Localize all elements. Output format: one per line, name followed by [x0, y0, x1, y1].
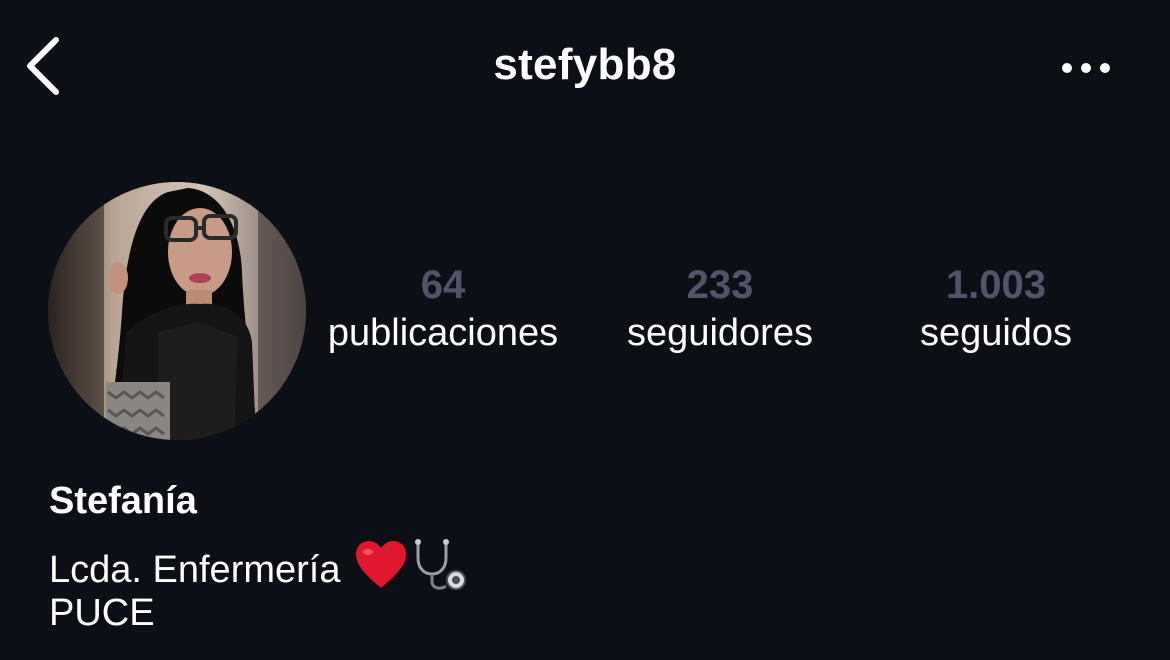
stethoscope-icon [412, 538, 470, 602]
posts-label: publicaciones [327, 312, 559, 354]
profile-photo [48, 182, 306, 440]
posts-count-stat[interactable]: 64 publicaciones [303, 262, 583, 358]
bio-text: Lcda. Enfermería [49, 548, 341, 591]
bio-line-2: PUCE [49, 592, 155, 634]
red-heart-icon [354, 540, 408, 600]
following-label: seguidos [919, 312, 1073, 354]
more-horizontal-icon [1062, 63, 1110, 73]
following-count-stat[interactable]: 1.003 seguidos [856, 262, 1136, 358]
avatar[interactable] [48, 182, 306, 440]
followers-count-stat[interactable]: 233 seguidores [580, 262, 860, 358]
display-name: Stefanía [49, 480, 197, 522]
page-title: stefybb8 [493, 40, 677, 89]
followers-count: 233 [686, 263, 754, 307]
followers-label: seguidores [627, 312, 813, 354]
posts-count: 64 [420, 263, 466, 307]
more-options-button[interactable] [1058, 56, 1114, 80]
following-count: 1.003 [945, 263, 1047, 307]
profile-header: stefybb8 [0, 0, 1170, 136]
